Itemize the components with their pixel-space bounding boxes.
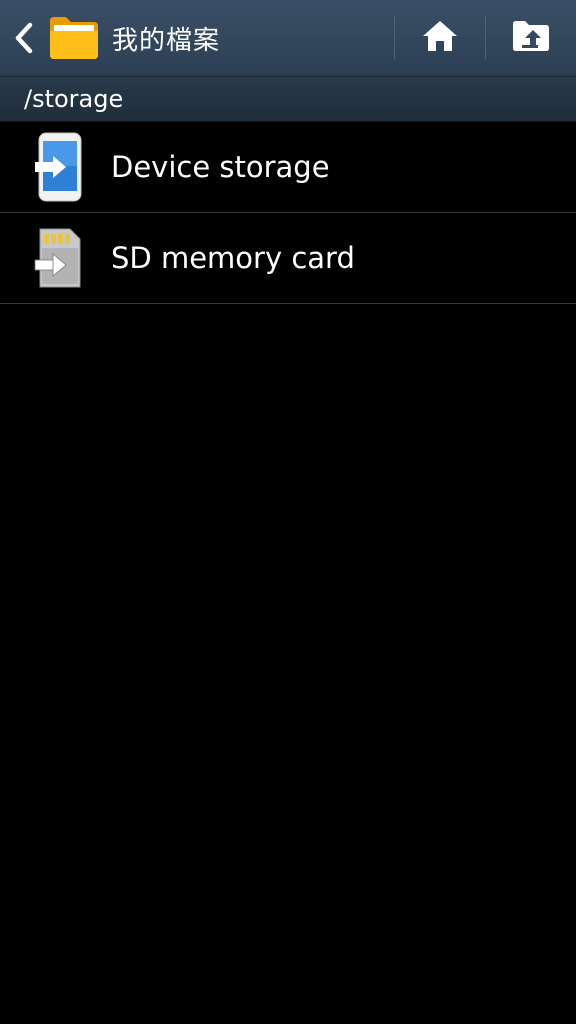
path-breadcrumb: /storage: [0, 77, 576, 122]
up-folder-button[interactable]: [486, 0, 576, 77]
home-icon: [421, 19, 459, 57]
home-button[interactable]: [395, 0, 485, 77]
folder-up-icon: [512, 20, 550, 56]
list-item-device-storage[interactable]: Device storage: [0, 122, 576, 213]
folder-icon: [48, 15, 100, 61]
storage-list: Device storage SD memory card: [0, 122, 576, 304]
device-storage-label: Device storage: [111, 150, 330, 184]
chevron-left-icon[interactable]: [12, 18, 36, 58]
list-item-sd-card[interactable]: SD memory card: [0, 213, 576, 304]
current-path: /storage: [24, 85, 124, 113]
phone-storage-icon: [0, 122, 111, 213]
sd-card-label: SD memory card: [111, 241, 355, 275]
action-bar: 我的檔案: [0, 0, 576, 77]
app-title: 我的檔案: [112, 25, 221, 56]
up-navigation[interactable]: 我的檔案: [0, 0, 394, 76]
sd-card-icon: [0, 213, 111, 304]
